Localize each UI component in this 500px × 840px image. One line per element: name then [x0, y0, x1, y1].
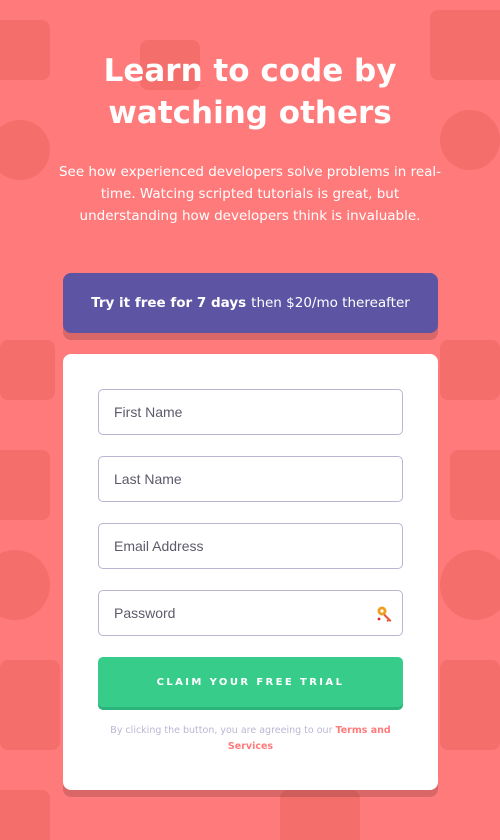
last-name-field — [98, 456, 403, 502]
password-field — [98, 590, 403, 636]
free-trial-banner: Try it free for 7 days then $20/mo there… — [63, 273, 438, 333]
terms-notice: By clicking the button, you are agreeing… — [98, 723, 403, 755]
key-icon[interactable] — [376, 605, 394, 623]
title-line-2: watching others — [108, 95, 392, 131]
title-line-1: Learn to code by — [103, 53, 397, 89]
terms-text: By clicking the button, you are agreeing… — [110, 725, 333, 736]
page-title: Learn to code by watching others — [0, 50, 500, 134]
last-name-input[interactable] — [99, 457, 402, 501]
intro-text: See how experienced developers solve pro… — [58, 164, 442, 224]
claim-trial-button[interactable]: CLAIM YOUR FREE TRIAL — [98, 657, 403, 707]
signup-form: CLAIM YOUR FREE TRIAL By clicking the bu… — [63, 354, 438, 790]
password-input[interactable] — [99, 591, 402, 635]
offer-bold-text: Try it free for 7 days — [91, 295, 247, 311]
email-field — [98, 523, 403, 569]
email-input[interactable] — [99, 524, 402, 568]
first-name-input[interactable] — [99, 390, 402, 434]
offer-rest-text: then $20/mo thereafter — [251, 295, 410, 311]
first-name-field — [98, 389, 403, 435]
